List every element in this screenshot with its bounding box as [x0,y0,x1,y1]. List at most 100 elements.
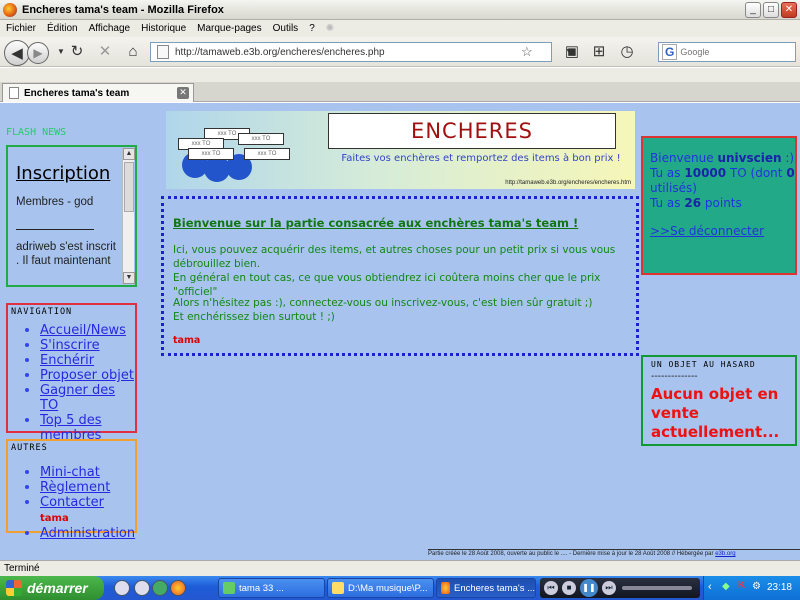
tray-antivirus-icon[interactable]: K [738,580,745,591]
list-item: Contacter tama [40,495,135,526]
price-card: xxx TO [238,133,284,145]
address-bar[interactable]: ☆ [150,42,552,62]
stop-icon[interactable]: ✕ [96,43,114,61]
start-label: démarrer [27,580,88,596]
media-controls: ⏮ ■ ❚❚ ⏭ [540,578,700,598]
windows-logo-icon [6,580,22,596]
url-input[interactable] [175,46,515,58]
pause-icon[interactable]: ❚❚ [580,579,598,597]
main-content-box: Bienvenue sur la partie consacrée aux en… [161,196,639,356]
nav-link-encherir[interactable]: Enchérir [40,353,94,368]
seek-bar[interactable] [622,586,692,590]
start-button[interactable]: démarrer [0,576,104,600]
close-window-button[interactable]: ✕ [781,2,797,18]
flash-news-heading: Inscription [16,163,111,184]
status-text: Terminé [4,563,40,574]
chat-icon [223,582,235,594]
intro-paragraph-4: Et enchérissez bien surtout ! ;) [173,311,335,323]
menu-fichier[interactable]: Fichier [6,23,36,34]
list-item: Accueil/News [40,323,135,338]
banner-title: ENCHERES [328,113,616,149]
menu-marque-pages[interactable]: Marque-pages [197,23,261,34]
task-label: D:\Ma musique\P... [348,582,428,594]
list-item: Enchérir [40,353,135,368]
scroll-up-icon[interactable]: ▲ [123,148,135,160]
flash-news-divider [16,229,94,230]
link-contacter[interactable]: Contacter [40,495,104,510]
page-icon [157,45,169,59]
nav-link-accueil[interactable]: Accueil/News [40,323,126,338]
reload-icon[interactable]: ↻ [68,43,86,61]
firefox-quicklaunch-icon[interactable] [170,580,186,596]
history-clock-icon[interactable]: ◷ [618,43,636,61]
to-used-suffix: utilisés) [650,181,697,195]
no-object-message: Aucun objet en vente actuellement... [651,385,780,441]
stop-media-icon[interactable]: ■ [562,581,576,595]
navigation-title: Navigation [11,307,73,317]
menu-outils[interactable]: Outils [273,23,299,34]
home-icon[interactable]: ⌂ [124,43,142,61]
banner-auction-illustration: xxx TO xxx TO xxx TO xxx TO xxx TO [176,126,296,186]
previous-icon[interactable]: ⏮ [544,581,558,595]
scroll-thumb[interactable] [124,162,134,212]
tray-network-icon[interactable]: ⚙ [752,581,761,592]
nav-link-proposer-objet[interactable]: Proposer objet [40,368,134,383]
close-tab-icon[interactable]: ✕ [177,87,189,99]
new-tab-icon[interactable]: ⊞ [590,43,608,61]
navigation-toolbar: ◀ ▶ ▼ ↻ ✕ ⌂ ☆ ▾ ▣ ⊞ ◷ G [0,37,800,67]
flash-news-box: Inscription Membres - god adriweb s'est … [6,145,137,287]
nav-link-inscrire[interactable]: S'inscrire [40,338,100,353]
media-player-icon[interactable] [134,580,150,596]
google-search-engine-icon[interactable]: G [662,44,678,60]
price-card: xxx TO [244,148,290,160]
bookmark-star-icon[interactable]: ☆ [521,44,533,60]
firefox-logo-icon [3,2,17,17]
link-administration[interactable]: Administration [40,526,135,541]
to-amount: 10000 [684,166,727,180]
show-desktop-icon[interactable] [114,580,130,596]
flash-news-title: FLASH NEWS [6,127,67,138]
menu-edition[interactable]: Édition [47,23,78,34]
taskbar-item-music-folder[interactable]: D:\Ma musique\P... [327,578,434,598]
logout-link[interactable]: >>Se déconnecter [650,224,795,239]
scroll-down-icon[interactable]: ▼ [123,272,135,284]
to-prefix: Tu as [650,166,681,180]
tab-encheres[interactable]: Encheres tama's team ✕ [2,83,194,102]
minimize-button[interactable]: _ [745,2,761,18]
taskbar-item-tama[interactable]: tama 33 ... [218,578,325,598]
list-item: Gagner des TO [40,383,135,413]
bookmarks-add-icon[interactable]: ▣ [563,43,581,61]
welcome-heading: Bienvenue sur la partie consacrée aux en… [173,216,579,230]
to-mid: TO (dont [729,166,783,180]
forward-button[interactable]: ▶ [27,42,49,64]
list-item: Mini-chat [40,465,135,480]
tab-label: Encheres tama's team [24,87,130,99]
footer-host-link[interactable]: e3b.org [715,551,735,557]
autres-list: Mini-chat Règlement Contacter tama Admin… [40,465,135,541]
menu-help[interactable]: ? [309,23,315,34]
user-welcome-box: Bienvenue univscien :) Tu as 10000 TO (d… [641,136,797,275]
tray-arrow-icon[interactable]: ‹ [708,581,712,593]
maximize-button[interactable]: □ [763,2,779,18]
menu-affichage[interactable]: Affichage [89,23,131,34]
menu-historique[interactable]: Historique [141,23,186,34]
random-object-title: Un objet au hasard [651,360,756,369]
autres-title: Autres [11,443,48,453]
firefox-icon [441,582,450,594]
link-reglement[interactable]: Règlement [40,480,110,495]
tab-page-icon [9,87,19,99]
welcome-prefix: Bienvenue [650,151,714,165]
tray-security-icon[interactable]: ◆ [722,581,730,592]
nav-link-gagner-to[interactable]: Gagner des TO [40,383,115,413]
flash-news-scrollbar[interactable]: ▲ ▼ [122,148,135,284]
next-icon[interactable]: ⏭ [602,581,616,595]
welcome-smiley: :) [785,151,795,165]
search-input[interactable] [680,47,771,57]
link-mini-chat[interactable]: Mini-chat [40,465,100,480]
taskbar-item-firefox[interactable]: Encheres tama's ... [436,578,536,598]
search-box[interactable]: G [658,42,796,62]
messenger-icon[interactable] [152,580,168,596]
to-balance-line: Tu as 10000 TO (dont 0 [650,166,795,181]
list-item: S'inscrire [40,338,135,353]
page-footer: Partie créée le 28 Août 2008, ouverte au… [428,549,800,557]
